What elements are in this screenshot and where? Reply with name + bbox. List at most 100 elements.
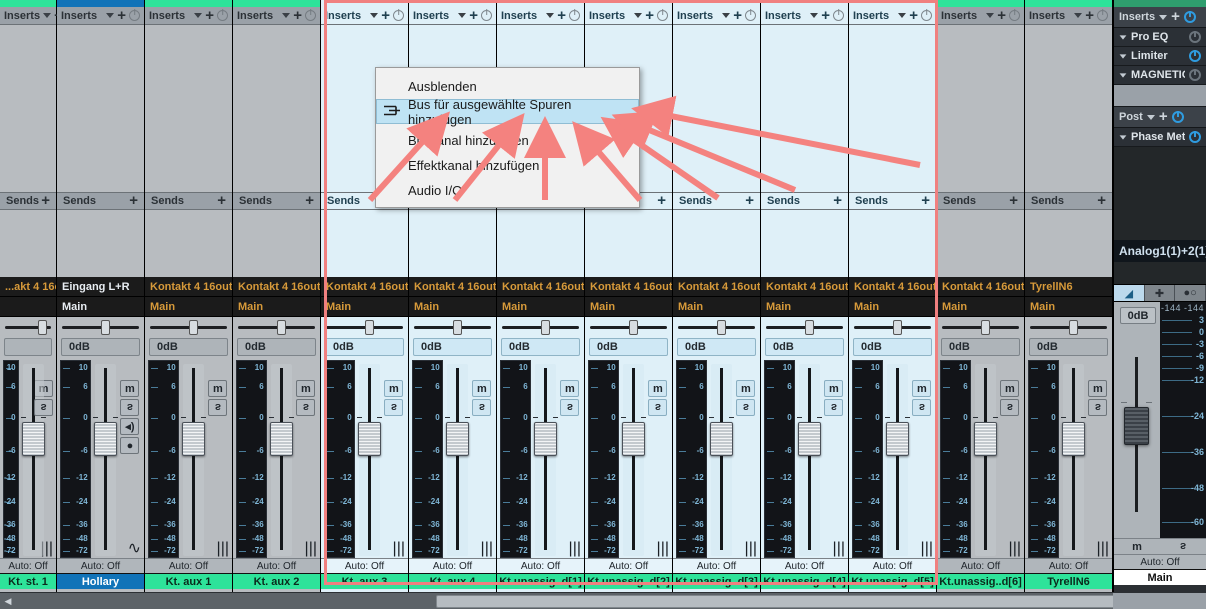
channel-input-label[interactable]: TyrellN6 [1025,277,1112,297]
channel-input-label[interactable]: Kontakt 4 16out [761,277,848,297]
channel-input-label[interactable]: ...akt 4 16out [0,277,56,297]
pan-slider[interactable] [0,317,56,337]
sends-slot-area[interactable] [0,210,56,277]
chevron-down-icon[interactable] [1119,53,1127,59]
plus-icon[interactable]: + [1097,193,1106,208]
chevron-down-icon[interactable] [810,13,819,18]
channel-color-bar[interactable] [0,0,56,7]
pan-slider[interactable] [57,317,144,337]
plus-icon[interactable]: + [293,8,302,23]
channel-color-bar[interactable] [409,0,496,7]
sends-header[interactable]: Sends+ [233,192,320,210]
master-tab[interactable]: ●○ [1175,285,1206,301]
horizontal-scrollbar[interactable]: ◀ ▶ [0,592,1136,609]
channel-name[interactable]: Kt.unassig..d[5] [849,573,936,589]
channel-strip[interactable]: Inserts + Sends + Kontakt 4 16outMain 0dB 10 6 0… [937,0,1025,592]
plus-icon[interactable]: + [469,8,478,23]
fader-handle[interactable] [797,422,821,456]
pan-slider[interactable] [497,317,584,337]
chevron-down-icon[interactable] [1146,114,1155,120]
context-menu-item[interactable]: Effektkanal hinzufügen [376,153,639,178]
channel-strip[interactable]: Inserts + Sends + Kontakt 4 16outMain 0dB 10 6 0… [673,0,761,592]
automation-status[interactable]: Auto: Off [145,558,232,573]
fader-handle[interactable] [533,422,557,456]
gain-and-pan-row[interactable]: 0dB [149,338,228,356]
gain-and-pan-row[interactable]: 0dB [501,338,580,356]
channel-color-bar[interactable] [849,0,936,7]
channel-input-label[interactable]: Kontakt 4 16out [497,277,584,297]
chevron-down-icon[interactable] [1074,13,1083,18]
sends-slot-area[interactable] [1025,210,1112,277]
plus-icon[interactable]: + [117,8,126,23]
fader-handle[interactable] [269,422,293,456]
pan-handle[interactable] [189,319,198,335]
power-icon[interactable] [305,10,316,21]
instrument-icon[interactable]: ||| [1009,541,1021,558]
channel-input-label[interactable]: Kontakt 4 16out [849,277,936,297]
gain-value[interactable]: 0dB [861,341,882,353]
channel-input-label[interactable]: Kontakt 4 16out [145,277,232,297]
power-icon[interactable] [1189,69,1201,81]
instrument-icon[interactable]: ||| [305,541,317,558]
inserts-header[interactable]: Inserts+ [0,7,68,25]
channel-color-bar[interactable] [761,0,848,7]
fader-handle[interactable] [21,422,45,456]
inserts-header[interactable]: Inserts+ [233,7,320,25]
sends-slot-area[interactable] [57,210,144,277]
solo-button[interactable]: s [648,399,668,416]
automation-status[interactable]: Auto: Off [497,558,584,573]
gain-value[interactable]: 0dB [949,341,970,353]
inserts-slot-area[interactable] [673,25,760,192]
automation-status[interactable]: Auto: Off [585,558,672,573]
pan-handle[interactable] [1069,319,1078,335]
channel-name[interactable]: Kt.unassig..d[1] [497,573,584,589]
automation-status[interactable]: Auto: Off [409,558,496,573]
channel-input-label[interactable]: Kontakt 4 16out [673,277,760,297]
gain-value[interactable]: 0dB [597,341,618,353]
automation-status[interactable]: Auto: Off [0,558,56,573]
automation-status[interactable]: Auto: Off [233,558,320,573]
mute-button[interactable]: m [648,380,668,397]
solo-button[interactable]: s [560,399,580,416]
channel-name[interactable]: Kt. aux 3 [321,573,408,589]
plus-icon[interactable]: + [41,193,50,208]
inserts-header[interactable]: Inserts+ [1025,7,1112,25]
channel-strip[interactable]: Inserts + Sends + Kontakt 4 16outMain 0dB 10 6 0… [761,0,849,592]
gain-and-pan-row[interactable]: 0dB [237,338,316,356]
master-channel-name[interactable]: Main [1114,569,1206,585]
channel-name[interactable]: Kt.unassig..d[6] [937,573,1024,589]
master-fader-handle[interactable] [1124,407,1149,445]
plus-icon[interactable]: + [217,193,226,208]
sends-slot-area[interactable] [497,210,584,277]
master-automation-status[interactable]: Auto: Off [1114,554,1206,569]
gain-value[interactable]: 0dB [69,341,90,353]
mute-button[interactable]: m [120,380,140,397]
channel-fader[interactable] [796,360,822,558]
channel-input-label[interactable]: Kontakt 4 16out [585,277,672,297]
fader-handle[interactable] [445,422,469,456]
pan-handle[interactable] [365,319,374,335]
chevron-down-icon[interactable] [722,13,731,18]
sends-slot-area[interactable] [145,210,232,277]
power-icon[interactable] [745,10,756,21]
power-icon[interactable] [569,10,580,21]
sends-slot-area[interactable] [849,210,936,277]
master-gain-value[interactable]: 0dB [1120,307,1156,324]
solo-button[interactable]: s [384,399,404,416]
record-arm-icon[interactable]: ● [120,437,140,454]
instrument-icon[interactable]: ||| [1097,541,1109,558]
channel-fader[interactable] [20,360,46,558]
instrument-icon[interactable]: ||| [833,541,845,558]
pan-slider[interactable] [585,317,672,337]
fader-handle[interactable] [1061,422,1085,456]
automation-status[interactable]: Auto: Off [321,558,408,573]
instrument-icon[interactable]: ||| [393,541,405,558]
master-mute-button[interactable]: m [1114,539,1160,554]
sends-header[interactable]: Sends+ [0,192,56,210]
context-menu-item[interactable]: Bus für ausgewählte Spuren hinzufügen [376,97,639,127]
power-icon[interactable] [1189,50,1201,62]
plus-icon[interactable]: + [1085,8,1094,23]
inserts-header[interactable]: Inserts+ [673,7,760,25]
power-icon[interactable] [833,10,844,21]
solo-button[interactable]: s [296,399,316,416]
